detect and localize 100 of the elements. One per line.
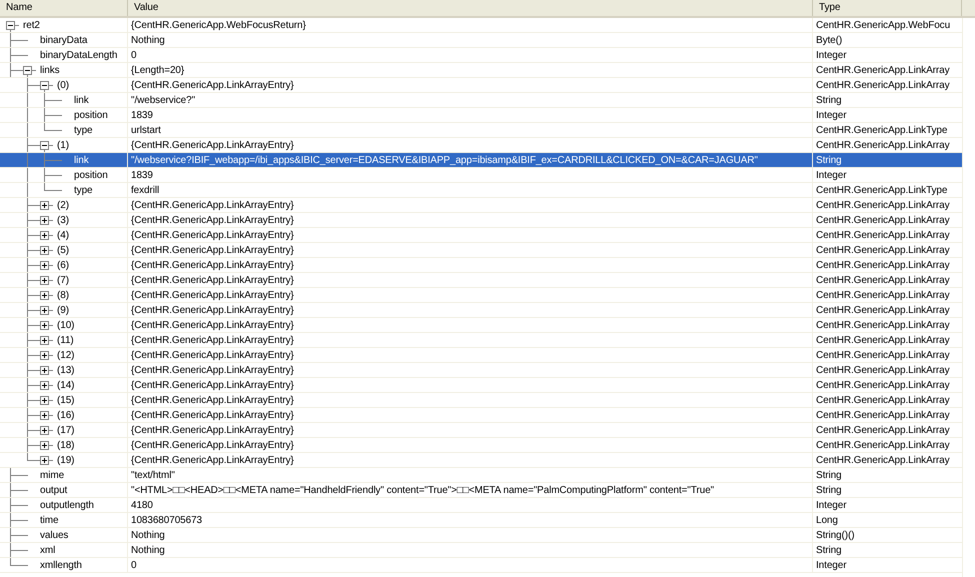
expand-toggle[interactable]	[40, 246, 49, 255]
name-cell-text: values	[40, 529, 68, 542]
type-cell: String	[816, 485, 842, 496]
name-cell-text: link	[74, 154, 89, 167]
expand-toggle[interactable]	[40, 441, 49, 450]
type-cell: Integer	[816, 170, 846, 181]
tree-row[interactable]: (3) {CentHR.GenericApp.LinkArrayEntry} CentHR.GenericApp.LinkArray	[0, 213, 962, 228]
expand-toggle[interactable]	[40, 396, 49, 405]
tree-row[interactable]: time 1083680705673 Long	[0, 513, 962, 528]
value-cell: fexdrill	[131, 185, 160, 196]
tree-row[interactable]: (5) {CentHR.GenericApp.LinkArrayEntry} CentHR.GenericApp.LinkArray	[0, 243, 962, 258]
expand-toggle[interactable]	[40, 351, 49, 360]
tree-row[interactable]: (16) {CentHR.GenericApp.LinkArrayEntry} CentHR.GenericApp.LinkArray	[0, 408, 962, 423]
collapse-toggle[interactable]	[6, 21, 15, 30]
tree-row[interactable]: (8) {CentHR.GenericApp.LinkArrayEntry} CentHR.GenericApp.LinkArray	[0, 288, 962, 303]
tree-row[interactable]: output "<HTML>□□<HEAD>□□<META name="HandheldFriendly" content="True">□□<META name="PalmComputingPlatform" content="True" String	[0, 483, 962, 498]
expand-toggle[interactable]	[40, 411, 49, 420]
tree-row[interactable]: outputlength 4180 Integer	[0, 498, 962, 513]
tree-row[interactable]: position 1839 Integer	[0, 168, 962, 183]
tree-row[interactable]: (15) {CentHR.GenericApp.LinkArrayEntry} CentHR.GenericApp.LinkArray	[0, 393, 962, 408]
value-cell: 4180	[131, 500, 153, 511]
tree-row[interactable]: xml Nothing String	[0, 543, 962, 558]
name-cell-text: type	[74, 124, 93, 137]
column-header[interactable]: Name	[0, 0, 128, 16]
value-cell: {CentHR.GenericApp.LinkArrayEntry}	[131, 140, 294, 151]
tree-row[interactable]: (17) {CentHR.GenericApp.LinkArrayEntry} CentHR.GenericApp.LinkArray	[0, 423, 962, 438]
tree-row[interactable]: (12) {CentHR.GenericApp.LinkArrayEntry} CentHR.GenericApp.LinkArray	[0, 348, 962, 363]
tree-row[interactable]: (10) {CentHR.GenericApp.LinkArrayEntry} CentHR.GenericApp.LinkArray	[0, 318, 962, 333]
type-cell: CentHR.GenericApp.LinkType	[816, 125, 948, 136]
tree-row[interactable]: position 1839 Integer	[0, 108, 962, 123]
type-cell: CentHR.GenericApp.LinkArray	[816, 320, 950, 331]
expand-toggle[interactable]	[40, 321, 49, 330]
expand-toggle[interactable]	[40, 216, 49, 225]
value-cell: {CentHR.GenericApp.LinkArrayEntry}	[131, 215, 294, 226]
tree-row[interactable]: (1) {CentHR.GenericApp.LinkArrayEntry} CentHR.GenericApp.LinkArray	[0, 138, 962, 153]
name-cell-text: binaryData	[40, 34, 88, 47]
tree-row[interactable]: binaryDataLength 0 Integer	[0, 48, 962, 63]
tree-row[interactable]: link "/webservice?IBIF_webapp=/ibi_apps&IBIC_server=EDASERVE&IBIAPP_app=ibisamp&IBIF_ex=CARDRILL&CLICKED_ON=&CAR=JAGUAR" String	[0, 153, 962, 168]
tree-row[interactable]: binaryData Nothing Byte()	[0, 33, 962, 48]
value-cell: {CentHR.GenericApp.LinkArrayEntry}	[131, 290, 294, 301]
value-cell: Nothing	[131, 530, 165, 541]
value-cell: {CentHR.GenericApp.LinkArrayEntry}	[131, 260, 294, 271]
tree-row[interactable]: (19) {CentHR.GenericApp.LinkArrayEntry} CentHR.GenericApp.LinkArray	[0, 453, 962, 468]
column-header[interactable]: Value	[128, 0, 813, 16]
tree-row[interactable]: links {Length=20} CentHR.GenericApp.LinkArray	[0, 63, 962, 78]
tree-row[interactable]: (9) {CentHR.GenericApp.LinkArrayEntry} CentHR.GenericApp.LinkArray	[0, 303, 962, 318]
expand-toggle[interactable]	[40, 201, 49, 210]
name-cell-text: (17)	[57, 424, 74, 437]
collapse-toggle[interactable]	[40, 81, 49, 90]
tree-row[interactable]: (13) {CentHR.GenericApp.LinkArrayEntry} CentHR.GenericApp.LinkArray	[0, 363, 962, 378]
value-cell: {CentHR.GenericApp.LinkArrayEntry}	[131, 80, 294, 91]
expand-toggle[interactable]	[40, 426, 49, 435]
name-cell-text: output	[40, 484, 68, 497]
value-cell: "text/html"	[131, 470, 175, 481]
tree-row[interactable]: (0) {CentHR.GenericApp.LinkArrayEntry} CentHR.GenericApp.LinkArray	[0, 78, 962, 93]
tree-row[interactable]: ret2 {CentHR.GenericApp.WebFocusReturn} CentHR.GenericApp.WebFocu	[0, 18, 962, 33]
type-cell: String	[816, 545, 842, 556]
tree-row[interactable]: xmllength 0 Integer	[0, 558, 962, 573]
tree-row[interactable]: (4) {CentHR.GenericApp.LinkArrayEntry} CentHR.GenericApp.LinkArray	[0, 228, 962, 243]
tree-row[interactable]: (7) {CentHR.GenericApp.LinkArrayEntry} CentHR.GenericApp.LinkArray	[0, 273, 962, 288]
tree-row[interactable]: mime "text/html" String	[0, 468, 962, 483]
tree-row[interactable]: (2) {CentHR.GenericApp.LinkArrayEntry} CentHR.GenericApp.LinkArray	[0, 198, 962, 213]
expand-toggle[interactable]	[40, 261, 49, 270]
tree-row[interactable]: type urlstart CentHR.GenericApp.LinkType	[0, 123, 962, 138]
expand-toggle[interactable]	[40, 276, 49, 285]
name-cell-text: (8)	[57, 289, 69, 302]
type-cell: CentHR.GenericApp.LinkArray	[816, 350, 950, 361]
expand-toggle[interactable]	[40, 366, 49, 375]
type-cell: CentHR.GenericApp.LinkArray	[816, 410, 950, 421]
expand-toggle[interactable]	[40, 456, 49, 465]
name-cell-text: (4)	[57, 229, 69, 242]
tree-row[interactable]: values Nothing String()()	[0, 528, 962, 543]
tree-row[interactable]: (18) {CentHR.GenericApp.LinkArrayEntry} CentHR.GenericApp.LinkArray	[0, 438, 962, 453]
tree-row[interactable]: (14) {CentHR.GenericApp.LinkArrayEntry} CentHR.GenericApp.LinkArray	[0, 378, 962, 393]
type-cell: CentHR.GenericApp.LinkArray	[816, 455, 950, 466]
name-cell-text: (5)	[57, 244, 69, 257]
name-cell-text: (6)	[57, 259, 69, 272]
name-cell-text: (7)	[57, 274, 69, 287]
expand-toggle[interactable]	[40, 381, 49, 390]
expand-toggle[interactable]	[40, 306, 49, 315]
value-cell: {CentHR.GenericApp.LinkArrayEntry}	[131, 350, 294, 361]
value-cell: {CentHR.GenericApp.LinkArrayEntry}	[131, 200, 294, 211]
tree-row[interactable]: (11) {CentHR.GenericApp.LinkArrayEntry} CentHR.GenericApp.LinkArray	[0, 333, 962, 348]
type-cell: CentHR.GenericApp.LinkArray	[816, 260, 950, 271]
name-cell-text: type	[74, 184, 93, 197]
collapse-toggle[interactable]	[23, 66, 32, 75]
value-cell: {CentHR.GenericApp.LinkArrayEntry}	[131, 305, 294, 316]
value-cell: {Length=20}	[131, 65, 184, 76]
expand-toggle[interactable]	[40, 231, 49, 240]
collapse-toggle[interactable]	[40, 141, 49, 150]
tree-row[interactable]: (6) {CentHR.GenericApp.LinkArrayEntry} CentHR.GenericApp.LinkArray	[0, 258, 962, 273]
expand-toggle[interactable]	[40, 336, 49, 345]
tree-row[interactable]: link "/webservice?" String	[0, 93, 962, 108]
column-header[interactable]: Type	[813, 0, 962, 16]
tree-row[interactable]: type fexdrill CentHR.GenericApp.LinkType	[0, 183, 962, 198]
expand-toggle[interactable]	[40, 291, 49, 300]
type-cell: CentHR.GenericApp.LinkArray	[816, 80, 950, 91]
type-cell: CentHR.GenericApp.LinkArray	[816, 440, 950, 451]
value-cell: Nothing	[131, 545, 165, 556]
value-cell: {CentHR.GenericApp.LinkArrayEntry}	[131, 230, 294, 241]
